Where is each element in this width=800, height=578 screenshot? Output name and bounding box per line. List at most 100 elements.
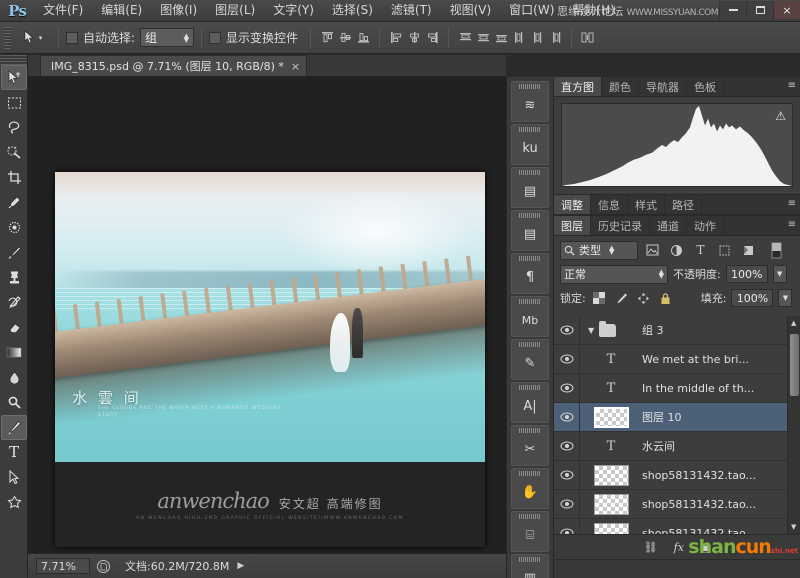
layer-name[interactable]: shop58131432.tao... <box>642 498 756 511</box>
path-selection-tool[interactable] <box>1 465 27 490</box>
filter-shape-layers-icon[interactable] <box>715 241 734 260</box>
align-left-edges-icon[interactable] <box>387 28 405 48</box>
table-row[interactable]: shop58131432.tao... <box>554 461 800 490</box>
spot-healing-brush-tool[interactable] <box>1 215 27 240</box>
distribute-left-icon[interactable] <box>510 28 528 48</box>
layer-name[interactable]: In the middle of th... <box>642 382 754 395</box>
blur-tool[interactable] <box>1 365 27 390</box>
paragraph-panel-button[interactable]: ¶ <box>511 253 549 294</box>
fill-slider-arrow-icon[interactable]: ▼ <box>778 289 792 307</box>
tab-layers[interactable]: 图层 <box>554 216 591 235</box>
lasso-tool[interactable] <box>1 115 27 140</box>
eyedropper-tool[interactable] <box>1 190 27 215</box>
type-cursor-panel-button[interactable]: A| <box>511 382 549 423</box>
align-bottom-edges-icon[interactable] <box>354 28 372 48</box>
crop-tool[interactable] <box>1 165 27 190</box>
script-panel-button[interactable]: ≋ <box>511 81 549 122</box>
layer-name[interactable]: We met at the bri... <box>642 353 749 366</box>
distribute-horizontal-center-icon[interactable] <box>528 28 546 48</box>
custom-shape-tool[interactable] <box>1 490 27 515</box>
tool-preset-chevron-icon[interactable]: ▾ <box>39 34 43 42</box>
scroll-down-arrow-icon[interactable]: ▼ <box>791 523 796 531</box>
panel-menu-icon[interactable]: ≡ <box>788 81 796 91</box>
layer-visibility-toggle[interactable] <box>554 461 580 489</box>
auto-align-layers-icon[interactable] <box>579 28 597 48</box>
layer-visibility-toggle[interactable] <box>554 403 580 431</box>
gradient-tool[interactable] <box>1 340 27 365</box>
layer-thumbnail[interactable] <box>580 407 642 428</box>
filmstrip-panel-button[interactable]: ⌸ <box>511 511 549 552</box>
auto-select-checkbox[interactable] <box>66 32 78 44</box>
distribute-top-icon[interactable] <box>456 28 474 48</box>
move-tool[interactable] <box>1 65 27 90</box>
eraser-tool[interactable] <box>1 315 27 340</box>
table-row[interactable]: shop58131432.tao... <box>554 490 800 519</box>
opacity-value-field[interactable]: 100% <box>726 265 768 283</box>
dodge-tool[interactable] <box>1 390 27 415</box>
active-tool-preview[interactable]: ▾ <box>15 27 51 49</box>
tools-panel-button[interactable]: ✂ <box>511 425 549 466</box>
panel-menu-icon[interactable]: ≡ <box>788 199 796 209</box>
blend-mode-dropdown[interactable]: 正常 ▲▼ <box>560 265 668 284</box>
quick-selection-tool[interactable] <box>1 140 27 165</box>
hand-tools-panel-button[interactable]: ✋ <box>511 468 549 509</box>
ku-panel-button[interactable]: ku <box>511 124 549 165</box>
filter-adjustment-layers-icon[interactable] <box>667 241 686 260</box>
menu-view[interactable]: 视图(V) <box>441 1 501 21</box>
table-row[interactable]: T In the middle of th... <box>554 374 800 403</box>
tab-info[interactable]: 信息 <box>591 195 628 214</box>
align-right-edges-icon[interactable] <box>423 28 441 48</box>
distribute-bottom-icon[interactable] <box>492 28 510 48</box>
menu-select[interactable]: 选择(S) <box>323 1 382 21</box>
layer-style-fx-icon[interactable]: fx <box>674 541 684 554</box>
scroll-up-arrow-icon[interactable]: ▲ <box>791 319 796 327</box>
layer-visibility-toggle[interactable] <box>554 345 580 373</box>
layer-thumbnail[interactable] <box>580 523 642 535</box>
canvas-area[interactable]: 水 雲 间 THE CLOUDS AND THE WATER MEET A RO… <box>28 77 506 553</box>
panel-menu-icon[interactable]: ≡ <box>788 220 796 230</box>
history-brush-tool[interactable] <box>1 290 27 315</box>
layer-name[interactable]: 水云间 <box>642 438 675 454</box>
tab-histogram[interactable]: 直方图 <box>554 77 602 96</box>
options-bar-grip[interactable] <box>4 27 11 49</box>
close-icon[interactable]: × <box>291 60 300 73</box>
horizontal-type-tool[interactable]: T <box>1 440 27 465</box>
menu-file[interactable]: 文件(F) <box>34 1 92 21</box>
tab-styles[interactable]: 样式 <box>628 195 665 214</box>
distribute-right-icon[interactable] <box>546 28 564 48</box>
layer-name[interactable]: shop58131432.tao... <box>642 527 756 535</box>
layer-visibility-toggle[interactable] <box>554 519 580 534</box>
layer-thumbnail[interactable] <box>580 494 642 515</box>
tab-paths[interactable]: 路径 <box>665 195 702 214</box>
align-horizontal-centers-icon[interactable] <box>405 28 423 48</box>
tab-color[interactable]: 颜色 <box>602 77 639 96</box>
opacity-slider-arrow-icon[interactable]: ▼ <box>773 265 787 283</box>
document-tab[interactable]: IMG_8315.psd @ 7.71% (图层 10, RGB/8) * × <box>40 55 307 76</box>
align-top-edges-icon[interactable] <box>318 28 336 48</box>
lock-all-icon[interactable] <box>657 289 674 307</box>
filter-enable-toggle-icon[interactable] <box>767 241 786 260</box>
menu-type[interactable]: 文字(Y) <box>264 1 323 21</box>
tab-channels[interactable]: 通道 <box>650 216 687 235</box>
layer-visibility-toggle[interactable] <box>554 432 580 460</box>
filter-pixel-layers-icon[interactable] <box>643 241 662 260</box>
layer-name[interactable]: 组 3 <box>642 322 664 338</box>
table-row[interactable]: 图层 10 <box>554 403 800 432</box>
document-panel-button[interactable]: ▤ <box>511 210 549 251</box>
menu-edit[interactable]: 编辑(E) <box>92 1 151 21</box>
tools-panel-grip[interactable] <box>0 55 27 65</box>
tab-actions[interactable]: 动作 <box>687 216 724 235</box>
artboard[interactable]: 水 雲 间 THE CLOUDS AND THE WATER MEET A RO… <box>55 172 485 547</box>
menu-image[interactable]: 图像(I) <box>151 1 206 21</box>
align-vertical-centers-icon[interactable] <box>336 28 354 48</box>
lock-image-pixels-icon[interactable] <box>613 289 630 307</box>
gift-panel-button[interactable]: ▥ <box>511 554 549 578</box>
lock-position-icon[interactable] <box>635 289 652 307</box>
fill-value-field[interactable]: 100% <box>731 289 773 307</box>
chevron-down-icon[interactable]: ▼ <box>588 326 594 335</box>
menu-window[interactable]: 窗口(W) <box>500 1 563 21</box>
tab-adjustments[interactable]: 调整 <box>554 195 591 214</box>
pen-tool[interactable] <box>1 415 27 440</box>
distribute-vertical-center-icon[interactable] <box>474 28 492 48</box>
rectangular-marquee-tool[interactable] <box>1 90 27 115</box>
